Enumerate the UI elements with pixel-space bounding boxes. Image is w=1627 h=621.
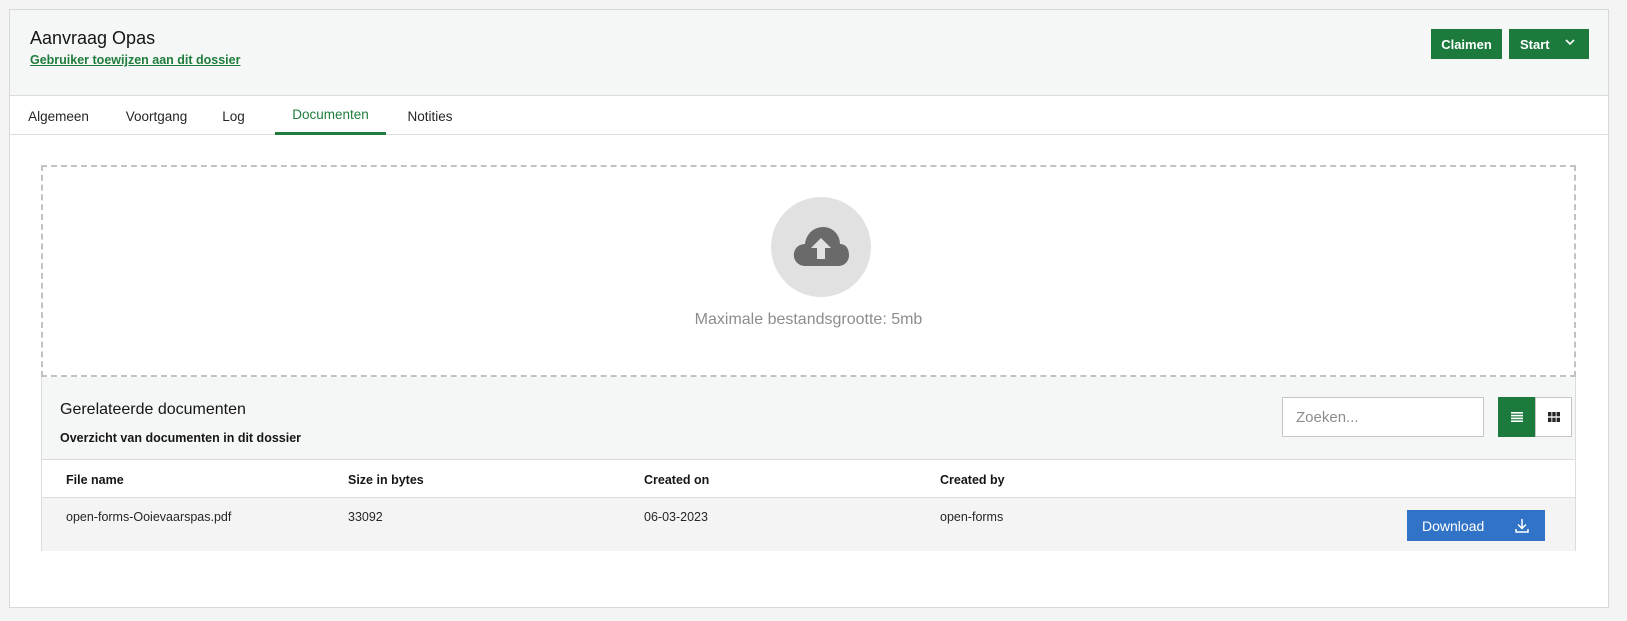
column-header-created-by[interactable]: Created by	[940, 460, 1005, 499]
max-file-size-text: Maximale bestandsgrootte: 5mb	[694, 311, 923, 328]
tab-log[interactable]: Log	[212, 97, 255, 135]
column-header-file-name[interactable]: File name	[66, 460, 124, 499]
table-header: File name Size in bytes Created on Creat…	[42, 459, 1575, 498]
tab-voortgang[interactable]: Voortgang	[116, 97, 197, 135]
tab-algemeen[interactable]: Algemeen	[10, 97, 107, 135]
case-header: Aanvraag Opas Gebruiker toewijzen aan di…	[10, 10, 1608, 96]
chevron-down-icon	[1565, 39, 1575, 46]
download-button-label: Download	[1422, 517, 1485, 534]
file-dropzone[interactable]: Maximale bestandsgrootte: 5mb	[41, 165, 1576, 377]
download-button[interactable]: Download	[1407, 510, 1545, 541]
tab-documenten[interactable]: Documenten	[275, 97, 386, 135]
upload-button[interactable]	[771, 197, 871, 297]
created-by-cell: open-forms	[940, 510, 1004, 524]
related-documents-panel: Gerelateerde documenten Overzicht van do…	[41, 377, 1576, 551]
assign-user-link[interactable]: Gebruiker toewijzen aan dit dossier	[30, 53, 240, 67]
created-on-cell: 06-03-2023	[644, 510, 708, 524]
tab-bar: Algemeen Voortgang Log Documenten Notiti…	[10, 97, 1608, 135]
column-header-created-on[interactable]: Created on	[644, 460, 709, 499]
grid-view-toggle[interactable]	[1535, 397, 1572, 437]
start-button-label: Start	[1520, 36, 1550, 52]
search-input[interactable]	[1282, 397, 1484, 437]
tab-notities[interactable]: Notities	[395, 97, 465, 135]
documents-subtitle: Overzicht van documenten in dit dossier	[60, 431, 302, 445]
grid-icon	[1547, 412, 1560, 422]
column-header-size[interactable]: Size in bytes	[348, 460, 424, 499]
table-row[interactable]: open-forms-Ooievaarspas.pdf 33092 06-03-…	[42, 498, 1575, 551]
cloud-upload-icon	[793, 227, 849, 266]
page-title: Aanvraag Opas	[30, 28, 156, 48]
list-view-toggle[interactable]	[1498, 397, 1535, 437]
claim-button[interactable]: Claimen	[1431, 29, 1502, 59]
download-icon	[1515, 519, 1529, 533]
case-card: Aanvraag Opas Gebruiker toewijzen aan di…	[9, 9, 1609, 608]
start-button[interactable]: Start	[1509, 29, 1589, 59]
file-name-cell: open-forms-Ooievaarspas.pdf	[66, 510, 232, 524]
list-icon	[1510, 412, 1523, 422]
size-cell: 33092	[348, 510, 383, 524]
documents-title: Gerelateerde documenten	[60, 401, 246, 418]
